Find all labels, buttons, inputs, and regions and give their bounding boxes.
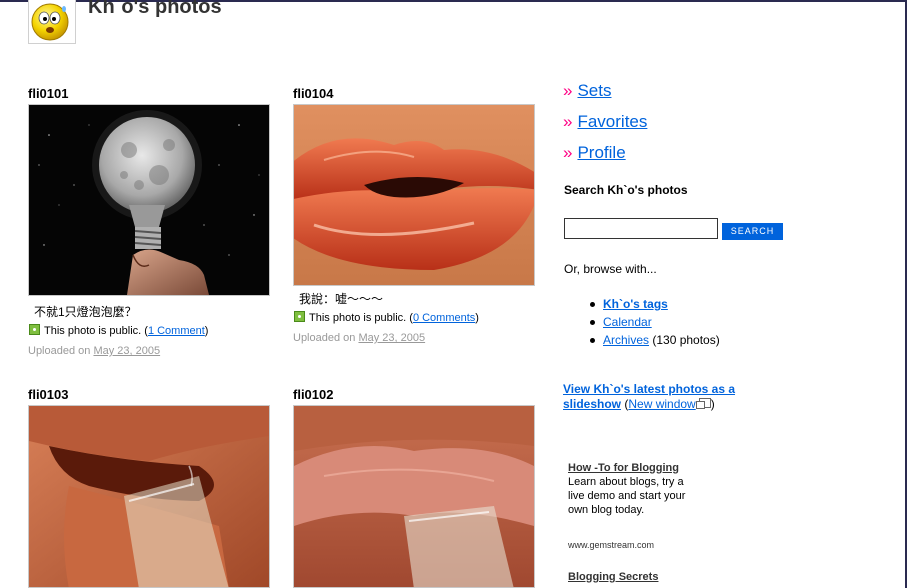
photo-thumbnail[interactable] (293, 405, 535, 588)
mouth-bottle-image (29, 406, 269, 587)
upload-date-link[interactable]: May 23, 2005 (358, 332, 425, 344)
slideshow-block: View Kh`o's latest photos as a slideshow… (563, 382, 763, 412)
paren-close: ) (710, 397, 715, 411)
list-item: Archives (130 photos) (586, 332, 720, 350)
public-icon (294, 311, 305, 322)
ad-body: Learn about blogs, try a live demo and s… (568, 476, 686, 516)
privacy-text: This photo is public. ( (44, 325, 148, 337)
sidebar-item-favorites: » Favorites (563, 112, 647, 132)
new-window-link[interactable]: New window (628, 397, 695, 411)
privacy-close: ) (475, 312, 479, 324)
raquo-icon: » (563, 112, 573, 131)
photo-thumbnail[interactable] (293, 104, 535, 286)
search-heading: Search Kh`o's photos (564, 183, 688, 197)
photo-caption: 不就1只燈泡泡麼？ (34, 305, 137, 319)
ad-block[interactable]: How -To for Blogging Learn about blogs, … (568, 461, 693, 517)
photo-caption: 我說：嘘～～～ (299, 292, 384, 306)
search-input[interactable] (564, 218, 718, 239)
page-title: Kh`o's photos (88, 0, 222, 18)
upload-label: Uploaded on (293, 332, 359, 344)
sets-link[interactable]: Sets (577, 81, 611, 100)
photo-title[interactable]: fli0103 (28, 387, 68, 402)
new-window-icon (695, 398, 711, 409)
ad-block[interactable]: Blogging Secrets (568, 570, 693, 584)
profile-link[interactable]: Profile (577, 143, 625, 162)
tags-link[interactable]: Kh`o's tags (603, 297, 668, 311)
upload-label: Uploaded on (28, 345, 94, 357)
ad-url[interactable]: www.gemstream.com (568, 540, 654, 550)
upload-date-link[interactable]: May 23, 2005 (93, 345, 160, 357)
upload-info: Uploaded on May 23, 2005 (293, 332, 425, 344)
browse-list: Kh`o's tags Calendar Archives (130 photo… (586, 296, 720, 350)
raquo-icon: » (563, 81, 573, 100)
browse-label: Or, browse with... (564, 262, 657, 276)
favorites-link[interactable]: Favorites (577, 112, 647, 131)
public-icon (29, 324, 40, 335)
photo-thumbnail[interactable] (28, 405, 270, 588)
sidebar-item-sets: » Sets (563, 81, 612, 101)
ad-title[interactable]: How -To for Blogging (568, 461, 693, 475)
smiley-face-icon (31, 3, 69, 41)
photo-title[interactable]: fli0104 (293, 86, 333, 101)
list-item: Calendar (586, 314, 720, 332)
privacy-text: This photo is public. ( (309, 312, 413, 324)
search-button[interactable]: SEARCH (722, 223, 783, 240)
privacy-line: This photo is public. (0 Comments) (294, 311, 479, 324)
list-item: Kh`o's tags (586, 296, 720, 314)
lips-image (294, 105, 534, 285)
photo-title[interactable]: fli0101 (28, 86, 68, 101)
privacy-close: ) (204, 325, 209, 337)
photo-thumbnail[interactable] (28, 104, 270, 296)
comments-link[interactable]: 0 Comments (413, 312, 475, 324)
ad-title[interactable]: Blogging Secrets (568, 570, 693, 584)
comments-link[interactable]: 1 Comment (148, 325, 205, 337)
tongue-bottle-image (294, 406, 534, 587)
archives-link[interactable]: Archives (603, 333, 649, 347)
upload-info: Uploaded on May 23, 2005 (28, 345, 160, 357)
sidebar-item-profile: » Profile (563, 143, 626, 163)
archives-count: (130 photos) (649, 333, 720, 347)
moon-lightbulb-image (29, 105, 269, 295)
raquo-icon: » (563, 143, 573, 162)
photo-title[interactable]: fli0102 (293, 387, 333, 402)
calendar-link[interactable]: Calendar (603, 315, 652, 329)
avatar[interactable] (28, 0, 76, 44)
privacy-line: This photo is public. (1 Comment) (29, 324, 208, 337)
